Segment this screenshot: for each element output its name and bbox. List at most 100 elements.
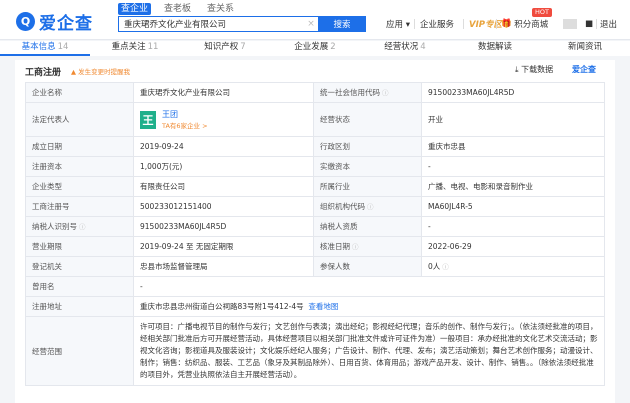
section-title: 工商注册 bbox=[25, 68, 62, 78]
tab-count: 14 bbox=[57, 42, 69, 52]
status-value: 开业 bbox=[421, 102, 605, 137]
tab-ip[interactable]: 知识产权 7 bbox=[180, 41, 270, 56]
paid-capital-label: 实缴资本 bbox=[313, 156, 422, 177]
logout-link[interactable]: 退出 bbox=[600, 17, 617, 31]
address-value: 重庆市忠县忠州街道白公祠路83号附1号412-4号 查看地图 bbox=[133, 296, 605, 317]
district-label: 行政区划 bbox=[313, 136, 422, 157]
tab-development[interactable]: 企业发展 2 bbox=[270, 41, 360, 56]
org-code-value: MA60JL4R-5 bbox=[421, 196, 605, 217]
capital-label: 注册资本 bbox=[25, 156, 134, 177]
label-text: 纳税人识别号 bbox=[32, 222, 77, 231]
tab-label: 基本信息 bbox=[21, 42, 56, 52]
legal-rep-name-link[interactable]: 王团 bbox=[162, 109, 208, 120]
legal-rep-companies-link[interactable]: TA有6家企业 > bbox=[162, 120, 208, 130]
legal-rep-value: 王 王团 TA有6家企业 > bbox=[133, 102, 314, 137]
tab-label: 知识产权 bbox=[204, 42, 239, 52]
paid-capital-value: - bbox=[421, 156, 605, 177]
search-input[interactable] bbox=[119, 17, 304, 31]
tab-key-focus[interactable]: 重点关注 11 bbox=[90, 41, 180, 56]
tab-count: 7 bbox=[240, 42, 246, 52]
help-icon[interactable]: ⓘ bbox=[382, 89, 389, 97]
help-icon[interactable]: ⓘ bbox=[442, 263, 449, 271]
search-box: × 搜索 bbox=[118, 16, 366, 32]
tab-label: 企业发展 bbox=[294, 42, 329, 52]
search-tab-boss[interactable]: 查老板 bbox=[161, 3, 194, 15]
table-row: 登记机关 忠县市场监督管理局 参保人数 0人 ⓘ bbox=[25, 256, 605, 277]
change-alert-link[interactable]: ▲ 发生变更时提醒我 bbox=[71, 66, 130, 76]
label-text: 组织机构代码 bbox=[320, 202, 365, 211]
gift-icon: 🎁 bbox=[501, 19, 512, 29]
logo[interactable]: Q 爱企查 bbox=[16, 9, 93, 34]
approval-label: 核准日期 ⓘ bbox=[313, 236, 422, 257]
tab-basic-info[interactable]: 基本信息 14 bbox=[0, 41, 90, 56]
points-mall-link[interactable]: 🎁 积分商城 bbox=[501, 17, 548, 31]
table-row: 营业期限 2019-09-24 至 无固定期限 核准日期 ⓘ 2022-06-29 bbox=[25, 236, 605, 257]
tax-id-value: 91500233MA60JL4R5D bbox=[133, 216, 314, 237]
label-text: 统一社会信用代码 bbox=[320, 88, 380, 97]
tab-operations[interactable]: 经营状况 4 bbox=[360, 41, 450, 56]
apply-menu[interactable]: 应用 ▾ bbox=[386, 17, 410, 31]
former-name-value: - bbox=[133, 276, 605, 297]
tab-news[interactable]: 新闻资讯 bbox=[540, 41, 630, 56]
table-row: 企业类型 有限责任公司 所属行业 广播、电视、电影和录音制作业 bbox=[25, 176, 605, 197]
help-icon[interactable]: ⓘ bbox=[79, 223, 86, 231]
authority-value: 忠县市场监督管理局 bbox=[133, 256, 314, 277]
table-row: 注册资本 1,000万(元) 实缴资本 - bbox=[25, 156, 605, 177]
download-label: 下载数据 bbox=[521, 65, 554, 74]
term-value: 2019-09-24 至 无固定期限 bbox=[133, 236, 314, 257]
capital-value: 1,000万(元) bbox=[133, 156, 314, 177]
type-label: 企业类型 bbox=[25, 176, 134, 197]
registration-table: 企业名称 重庆珺乔文化产业有限公司 统一社会信用代码 ⓘ 91500233MA60… bbox=[25, 82, 605, 386]
company-name-value: 重庆珺乔文化产业有限公司 bbox=[133, 82, 314, 103]
divider bbox=[414, 19, 415, 29]
enterprise-service-link[interactable]: 企业服务 bbox=[420, 17, 454, 31]
tax-qual-value: - bbox=[421, 216, 605, 237]
table-row: 工商注册号 500233012151400 组织机构代码 ⓘ MA60JL4R-5 bbox=[25, 196, 605, 217]
logo-icon: Q bbox=[16, 12, 35, 31]
divider bbox=[463, 19, 464, 29]
help-icon[interactable]: ⓘ bbox=[352, 243, 359, 251]
table-row: 成立日期 2019-09-24 行政区划 重庆市忠县 bbox=[25, 136, 605, 157]
table-row: 注册地址 重庆市忠县忠州街道白公祠路83号附1号412-4号 查看地图 bbox=[25, 296, 605, 317]
insured-label: 参保人数 bbox=[313, 256, 422, 277]
top-bar: Q 爱企查 查企业 查老板 查关系 × 搜索 应用 ▾ 企业服务 VIP专区 🎁… bbox=[0, 0, 630, 40]
scope-value: 许可项目：广播电视节目的制作与发行；文艺创作与表演；演出经纪；影视经纪代理；音乐… bbox=[133, 316, 605, 386]
hot-badge: HOT bbox=[532, 8, 552, 17]
founded-value: 2019-09-24 bbox=[133, 136, 314, 157]
term-label: 营业期限 bbox=[25, 236, 134, 257]
help-icon[interactable]: ⓘ bbox=[367, 203, 374, 211]
tax-id-label: 纳税人识别号 ⓘ bbox=[25, 216, 134, 237]
tax-qual-label: 纳税人资质 bbox=[313, 216, 422, 237]
former-name-label: 曾用名 bbox=[25, 276, 134, 297]
search-tab-relation[interactable]: 查关系 bbox=[204, 3, 237, 15]
view-map-link[interactable]: 查看地图 bbox=[308, 302, 338, 311]
credit-code-value: 91500233MA60JL4R5D bbox=[421, 82, 605, 103]
registration-panel: 工商注册 ▲ 发生变更时提醒我 ⤓ 下载数据 爱企查 企业名称 重庆珺乔文化产业… bbox=[15, 60, 615, 403]
divider bbox=[496, 19, 497, 29]
detail-tabs: 基本信息 14 重点关注 11 知识产权 7 企业发展 2 经营状况 4 数据解读 新闻资… bbox=[0, 41, 630, 56]
status-label: 经营状态 bbox=[313, 102, 422, 137]
tab-data-analysis[interactable]: 数据解读 bbox=[450, 41, 540, 56]
clear-icon[interactable]: × bbox=[304, 19, 318, 29]
label-text: 核准日期 bbox=[320, 242, 350, 251]
industry-value: 广播、电视、电影和录音制作业 bbox=[421, 176, 605, 197]
download-button[interactable]: ⤓ 下载数据 bbox=[515, 64, 553, 75]
search-tab-company[interactable]: 查企业 bbox=[118, 3, 152, 15]
vip-label: VIP专区 bbox=[469, 20, 502, 30]
points-mall-label: 积分商城 bbox=[514, 20, 549, 30]
tab-count: 11 bbox=[147, 42, 159, 52]
avatar[interactable] bbox=[563, 19, 577, 29]
search-button[interactable]: 搜索 bbox=[318, 16, 366, 32]
approval-value: 2022-06-29 bbox=[421, 236, 605, 257]
reg-no-value: 500233012151400 bbox=[133, 196, 314, 217]
vip-link[interactable]: VIP专区 bbox=[469, 17, 502, 31]
tab-label: 数据解读 bbox=[477, 42, 512, 52]
brand-logo: 爱企查 bbox=[572, 65, 596, 74]
credit-code-label: 统一社会信用代码 ⓘ bbox=[313, 82, 422, 103]
logo-text: 爱企查 bbox=[39, 14, 93, 34]
search-type-tabs: 查企业 查老板 查关系 bbox=[118, 3, 247, 15]
menu-icon[interactable]: ■ bbox=[585, 17, 593, 31]
tab-label: 经营状况 bbox=[384, 42, 419, 52]
address-text: 重庆市忠县忠州街道白公祠路83号附1号412-4号 bbox=[140, 302, 304, 311]
insured-value: 0人 ⓘ bbox=[421, 256, 605, 277]
